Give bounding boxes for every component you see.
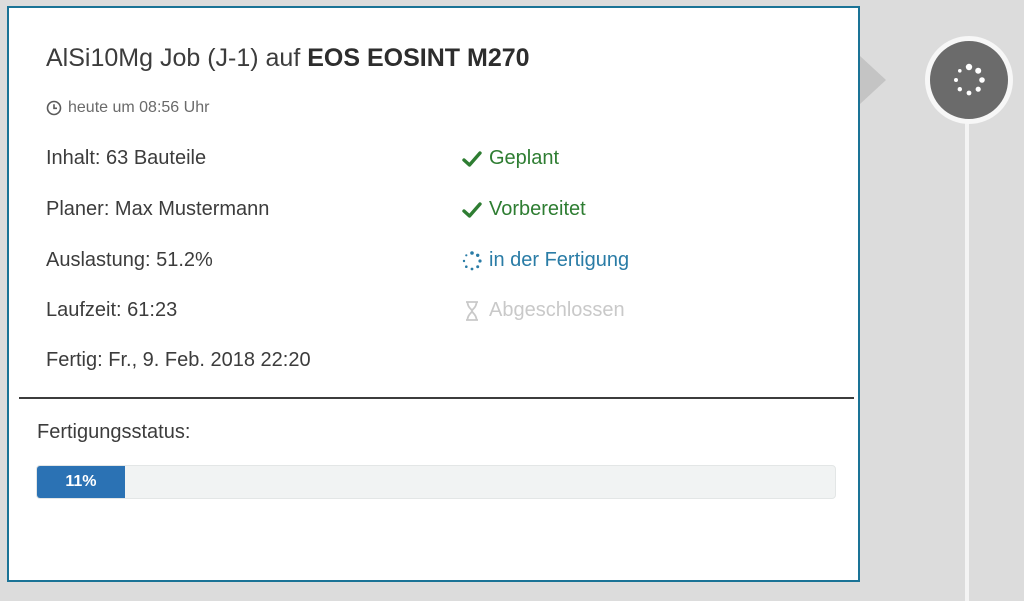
job-title: AlSi10Mg Job (J-1) auf EOS EOSINT M270 — [46, 44, 530, 73]
step-abgeschlossen: Abgeschlossen — [461, 299, 625, 322]
detail-finish: Fertig: Fr., 9. Feb. 2018 22:20 — [46, 349, 311, 371]
checkmark-icon — [462, 150, 482, 167]
detail-utilization: Auslastung: 51.2% — [46, 249, 213, 271]
card-pointer — [860, 56, 886, 104]
job-time-text: heute um 08:56 Uhr — [68, 99, 210, 116]
step-label: Abgeschlossen — [489, 299, 625, 321]
checkmark-icon — [462, 201, 482, 218]
progress-fill: 11% — [37, 466, 125, 498]
job-timestamp: heute um 08:56 Uhr — [46, 99, 209, 117]
step-label: Geplant — [489, 147, 560, 169]
step-geplant: Geplant — [461, 147, 559, 170]
divider — [19, 397, 854, 399]
production-status-label: Fertigungsstatus: — [37, 421, 191, 443]
clock-icon — [46, 100, 62, 116]
step-in-fertigung: in der Fertigung — [461, 249, 629, 272]
job-card: AlSi10Mg Job (J-1) auf EOS EOSINT M270 h… — [7, 6, 860, 582]
detail-planner: Planer: Max Mustermann — [46, 198, 270, 220]
progress-text: 11% — [65, 473, 97, 490]
timeline-line — [965, 110, 969, 601]
detail-runtime: Laufzeit: 61:23 — [46, 299, 178, 321]
detail-content: Inhalt: 63 Bauteile — [46, 147, 207, 169]
timeline-node-active[interactable] — [925, 36, 1013, 124]
step-label: in der Fertigung — [489, 249, 630, 271]
job-title-prefix: AlSi10Mg Job (J-1) auf — [46, 44, 301, 72]
spinner-icon — [954, 63, 985, 96]
machine-name: EOS EOSINT M270 — [307, 44, 530, 72]
step-label: Vorbereitet — [489, 198, 586, 220]
production-progress-bar: 11% — [36, 465, 836, 499]
step-vorbereitet: Vorbereitet — [461, 198, 586, 221]
hourglass-icon — [466, 300, 478, 321]
spinner-icon — [462, 250, 482, 270]
